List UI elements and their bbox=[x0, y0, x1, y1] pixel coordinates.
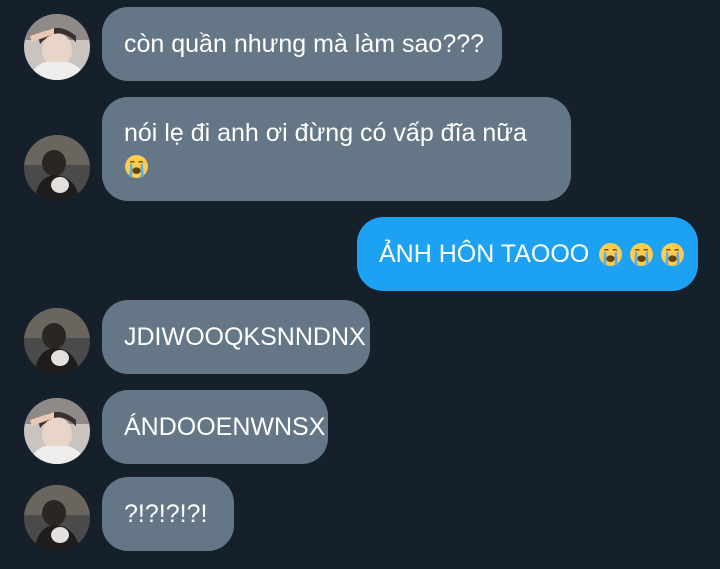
loudly-crying-face-icon bbox=[629, 242, 654, 267]
message-text: JDIWOOQKSNNDNX bbox=[124, 323, 366, 351]
contact-avatar-photo[interactable] bbox=[24, 398, 90, 464]
loudly-crying-face-icon bbox=[660, 242, 685, 267]
message-bubble-incoming[interactable]: nói lẹ đi anh ơi đừng có vấp đĩa nữa bbox=[102, 97, 571, 201]
message-text: ẢNH HÔN TAOOO bbox=[379, 240, 590, 268]
message-bubble-outgoing[interactable]: ẢNH HÔN TAOOO bbox=[357, 217, 698, 291]
contact-avatar-photo[interactable] bbox=[24, 485, 90, 551]
message-emoji-row bbox=[124, 151, 549, 183]
message-bubble-incoming[interactable]: JDIWOOQKSNNDNX bbox=[102, 300, 370, 374]
message-bubble-incoming[interactable]: còn quần nhưng mà làm sao??? bbox=[102, 7, 502, 81]
message-text: ÁNDOOENWNSX bbox=[124, 413, 326, 441]
message-bubble-incoming[interactable]: ÁNDOOENWNSX bbox=[102, 390, 328, 464]
loudly-crying-face-icon bbox=[598, 242, 623, 267]
contact-avatar-photo[interactable] bbox=[24, 14, 90, 80]
message-text: ?!?!?!?! bbox=[124, 500, 208, 528]
contact-avatar-photo[interactable] bbox=[24, 308, 90, 374]
contact-avatar-photo[interactable] bbox=[24, 135, 90, 201]
message-text: nói lẹ đi anh ơi đừng có vấp đĩa nữa bbox=[124, 119, 527, 147]
message-text: còn quần nhưng mà làm sao??? bbox=[124, 30, 485, 58]
loudly-crying-face-icon bbox=[124, 154, 149, 179]
message-bubble-incoming[interactable]: ?!?!?!?! bbox=[102, 477, 234, 551]
